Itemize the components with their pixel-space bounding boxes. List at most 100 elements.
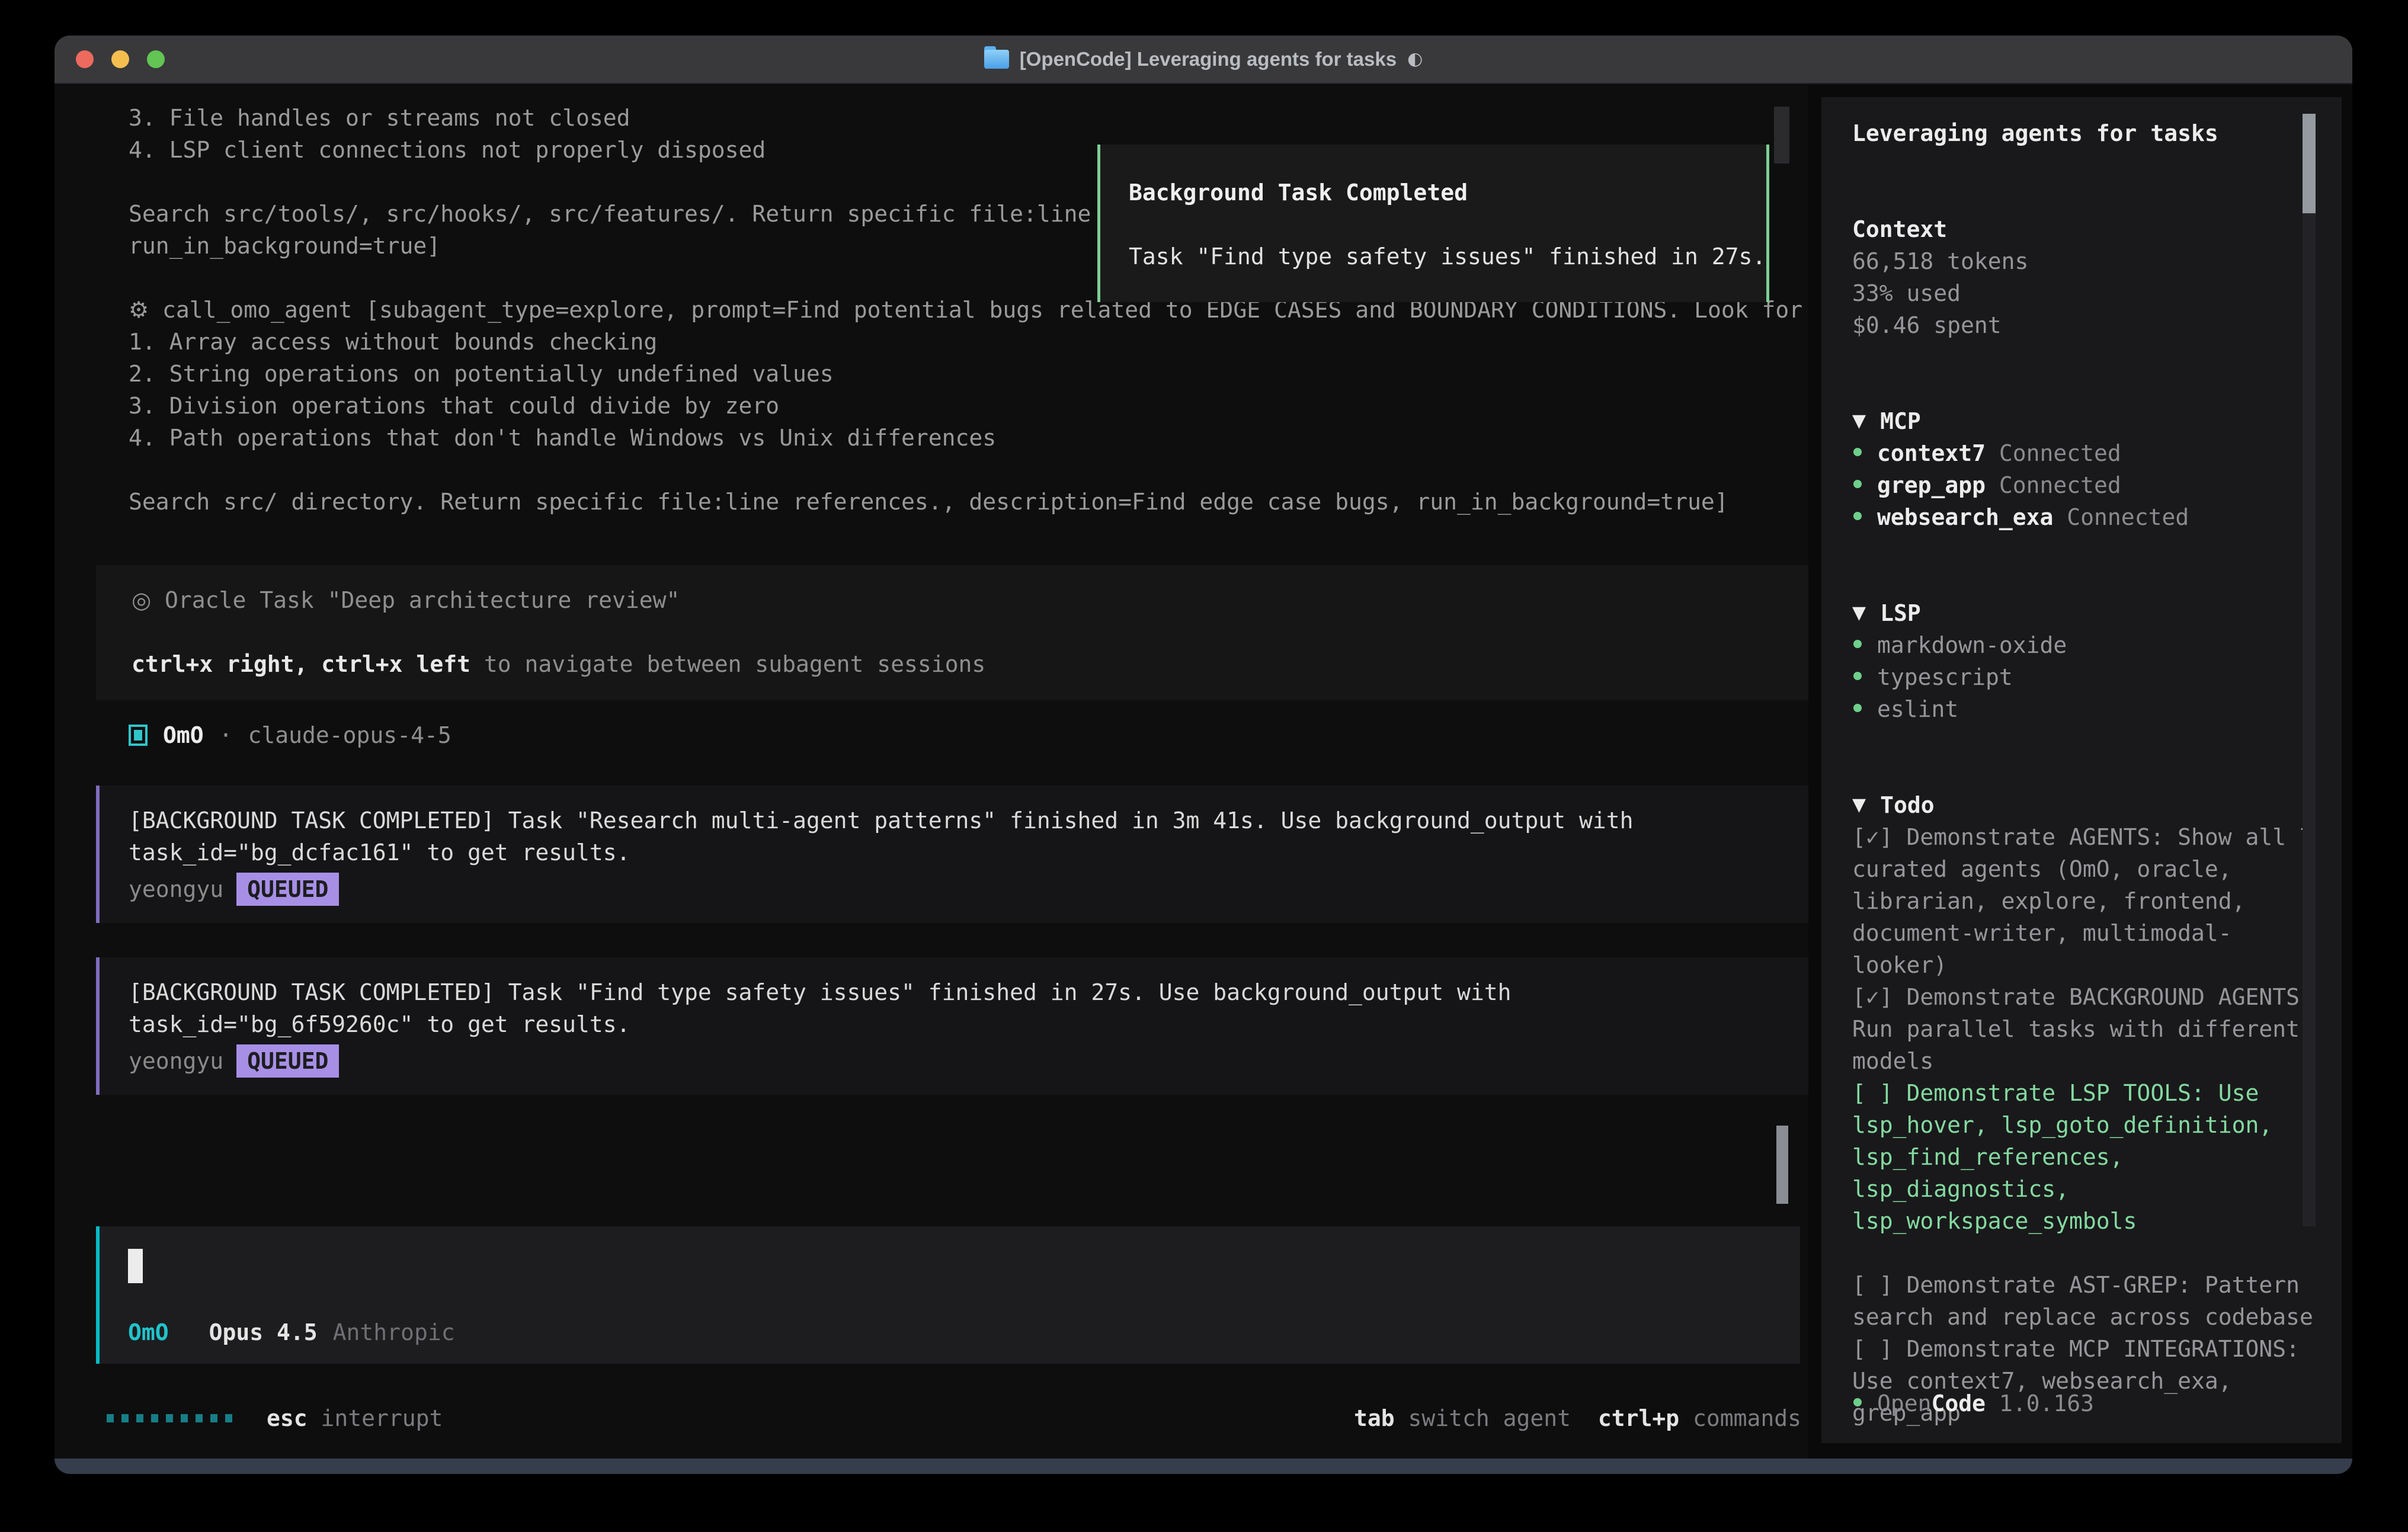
todo-section-header[interactable]: ▼ Todo [1852, 789, 2320, 821]
context-used: 33% used [1852, 277, 2320, 309]
app-version: 1.0.163 [1986, 1387, 2094, 1419]
window-bottom-strip [55, 1459, 2352, 1474]
status-bar: esc interrupt tab switch agent ctrl+p co… [96, 1400, 1801, 1436]
half-circle-icon: ◐ [1407, 43, 1423, 75]
task-message-line: task_id="bg_dcfac161" to get results. [129, 836, 1808, 868]
hint-text: to navigate between subagent sessions [470, 651, 985, 677]
input-meta-row: OmO Opus 4.5 Anthropic [128, 1316, 455, 1348]
lsp-item: eslint [1852, 693, 2320, 725]
app-name-dim: Open [1877, 1387, 1932, 1419]
content-area: 3. File handles or streams not closed 4.… [55, 85, 2352, 1459]
record-icon: ◎ [132, 587, 151, 613]
status-dot-icon [1853, 512, 1862, 520]
context-tokens: 66,518 tokens [1852, 245, 2320, 277]
window-title: [OpenCode] Leveraging agents for tasks [1020, 43, 1397, 75]
window-title-group: [OpenCode] Leveraging agents for tasks ◐ [984, 43, 1423, 75]
agent-checkbox-icon [129, 725, 148, 746]
background-task-message[interactable]: [BACKGROUND TASK COMPLETED] Task "Resear… [96, 786, 1808, 923]
spinner-dots-icon [107, 1414, 232, 1422]
lsp-item: typescript [1852, 661, 2320, 693]
status-dot-icon [1853, 1398, 1862, 1406]
agent-name: OmO [163, 719, 204, 751]
oracle-task-card[interactable]: ◎ Oracle Task "Deep architecture review"… [96, 565, 1808, 700]
todo-item-done: [✓] Demonstrate AGENTS: Show all 7 curat… [1852, 821, 2320, 981]
esc-key-hint: esc [267, 1402, 308, 1434]
titlebar: [OpenCode] Leveraging agents for tasks ◐ [55, 36, 2352, 84]
mcp-status: Connected [1986, 469, 2121, 501]
blank-line [96, 454, 1808, 486]
traffic-lights [76, 36, 165, 83]
mcp-section-header[interactable]: ▼ MCP [1852, 405, 2320, 437]
lsp-name: typescript [1877, 661, 2013, 693]
todo-heading: Todo [1880, 789, 1935, 821]
app-name-bold: Code [1932, 1387, 1986, 1419]
terminal-line: Search src/ directory. Return specific f… [96, 486, 1808, 518]
todo-item-pending: [ ] Demonstrate AST-GREP: Pattern search… [1852, 1269, 2320, 1333]
status-badge: QUEUED [236, 873, 339, 906]
lsp-name: eslint [1877, 693, 1958, 725]
background-task-message[interactable]: [BACKGROUND TASK COMPLETED] Task "Find t… [96, 957, 1808, 1095]
sidebar-scrollbar-thumb[interactable] [2303, 114, 2316, 213]
task-message-meta: yeongyu QUEUED [129, 1044, 1808, 1078]
prompt-input[interactable]: OmO Opus 4.5 Anthropic [96, 1226, 1800, 1364]
mcp-name: context7 [1877, 437, 1986, 469]
oracle-task-title: ◎ Oracle Task "Deep architecture review" [99, 584, 1808, 616]
status-right: tab switch agent ctrl+p commands [1354, 1402, 1801, 1434]
lsp-item: markdown-oxide [1852, 629, 2320, 661]
context-spent: $0.46 spent [1852, 309, 2320, 341]
keyboard-shortcut: ctrl+x right, ctrl+x left [132, 651, 470, 677]
esc-key-label: interrupt [308, 1402, 443, 1434]
oracle-task-title-text: Oracle Task "Deep architecture review" [151, 587, 680, 613]
author-name: yeongyu [129, 1045, 223, 1077]
task-message-line: [BACKGROUND TASK COMPLETED] Task "Find t… [129, 976, 1808, 1008]
background-task-notification: Background Task Completed Task "Find typ… [1097, 145, 1769, 302]
blank-line [96, 518, 1808, 550]
task-message-meta: yeongyu QUEUED [129, 872, 1808, 906]
status-left: esc interrupt [96, 1402, 443, 1434]
version-row: Open Code 1.0.163 [1852, 1387, 2094, 1419]
lsp-heading: LSP [1880, 597, 1921, 629]
chevron-down-icon: ▼ [1852, 405, 1866, 437]
terminal-line: 2. String operations on potentially unde… [96, 358, 1808, 390]
tab-key-label: switch agent [1395, 1402, 1571, 1434]
chevron-down-icon: ▼ [1852, 789, 1866, 821]
zoom-window-button[interactable] [147, 50, 165, 68]
chat-scrollbar-thumb[interactable] [1776, 1126, 1788, 1204]
terminal-line: 3. File handles or streams not closed [96, 102, 1808, 134]
sidebar-scrollbar-track[interactable] [2303, 114, 2316, 1226]
chevron-down-icon: ▼ [1852, 597, 1866, 629]
mcp-item: grep_app Connected [1852, 469, 2320, 501]
notification-title: Background Task Completed [1129, 177, 1766, 209]
lsp-section-header[interactable]: ▼ LSP [1852, 597, 2320, 629]
agent-model: claude-opus-4-5 [248, 719, 451, 751]
model-label[interactable]: Opus 4.5 [209, 1316, 318, 1348]
mcp-item: websearch_exa Connected [1852, 501, 2320, 533]
status-badge: QUEUED [236, 1044, 339, 1078]
lsp-name: markdown-oxide [1877, 629, 2067, 661]
provider-label: Anthropic [333, 1316, 455, 1348]
todo-item-done: [✓] Demonstrate BACKGROUND AGENTS: Run p… [1852, 981, 2320, 1077]
task-message-line: [BACKGROUND TASK COMPLETED] Task "Resear… [129, 805, 1808, 836]
terminal-line: 4. Path operations that don't handle Win… [96, 422, 1808, 454]
mcp-name: grep_app [1877, 469, 1986, 501]
active-agent-label[interactable]: OmO [128, 1316, 169, 1348]
author-name: yeongyu [129, 873, 223, 905]
opencode-window: [OpenCode] Leveraging agents for tasks ◐… [55, 36, 2352, 1474]
todo-item-active: [ ] Demonstrate LSP TOOLS: Use lsp_hover… [1852, 1077, 2320, 1237]
mcp-status: Connected [2053, 501, 2189, 533]
terminal-line: 1. Array access without bounds checking [96, 326, 1808, 358]
mcp-status: Connected [1986, 437, 2121, 469]
status-dot-icon [1853, 704, 1862, 712]
terminal-line: 3. Division operations that could divide… [96, 390, 1808, 422]
chat-scrollbar-thumb[interactable] [1774, 107, 1789, 164]
close-window-button[interactable] [76, 50, 94, 68]
tab-key-hint: tab [1354, 1402, 1395, 1434]
mcp-heading: MCP [1880, 405, 1921, 437]
blank-line [99, 616, 1808, 648]
status-dot-icon [1853, 448, 1862, 456]
minimize-window-button[interactable] [111, 50, 129, 68]
status-dot-icon [1853, 480, 1862, 488]
status-dot-icon [1853, 640, 1862, 648]
session-sidebar: Leveraging agents for tasks Context 66,5… [1821, 97, 2342, 1443]
ctrlp-key-label: commands [1679, 1402, 1801, 1434]
